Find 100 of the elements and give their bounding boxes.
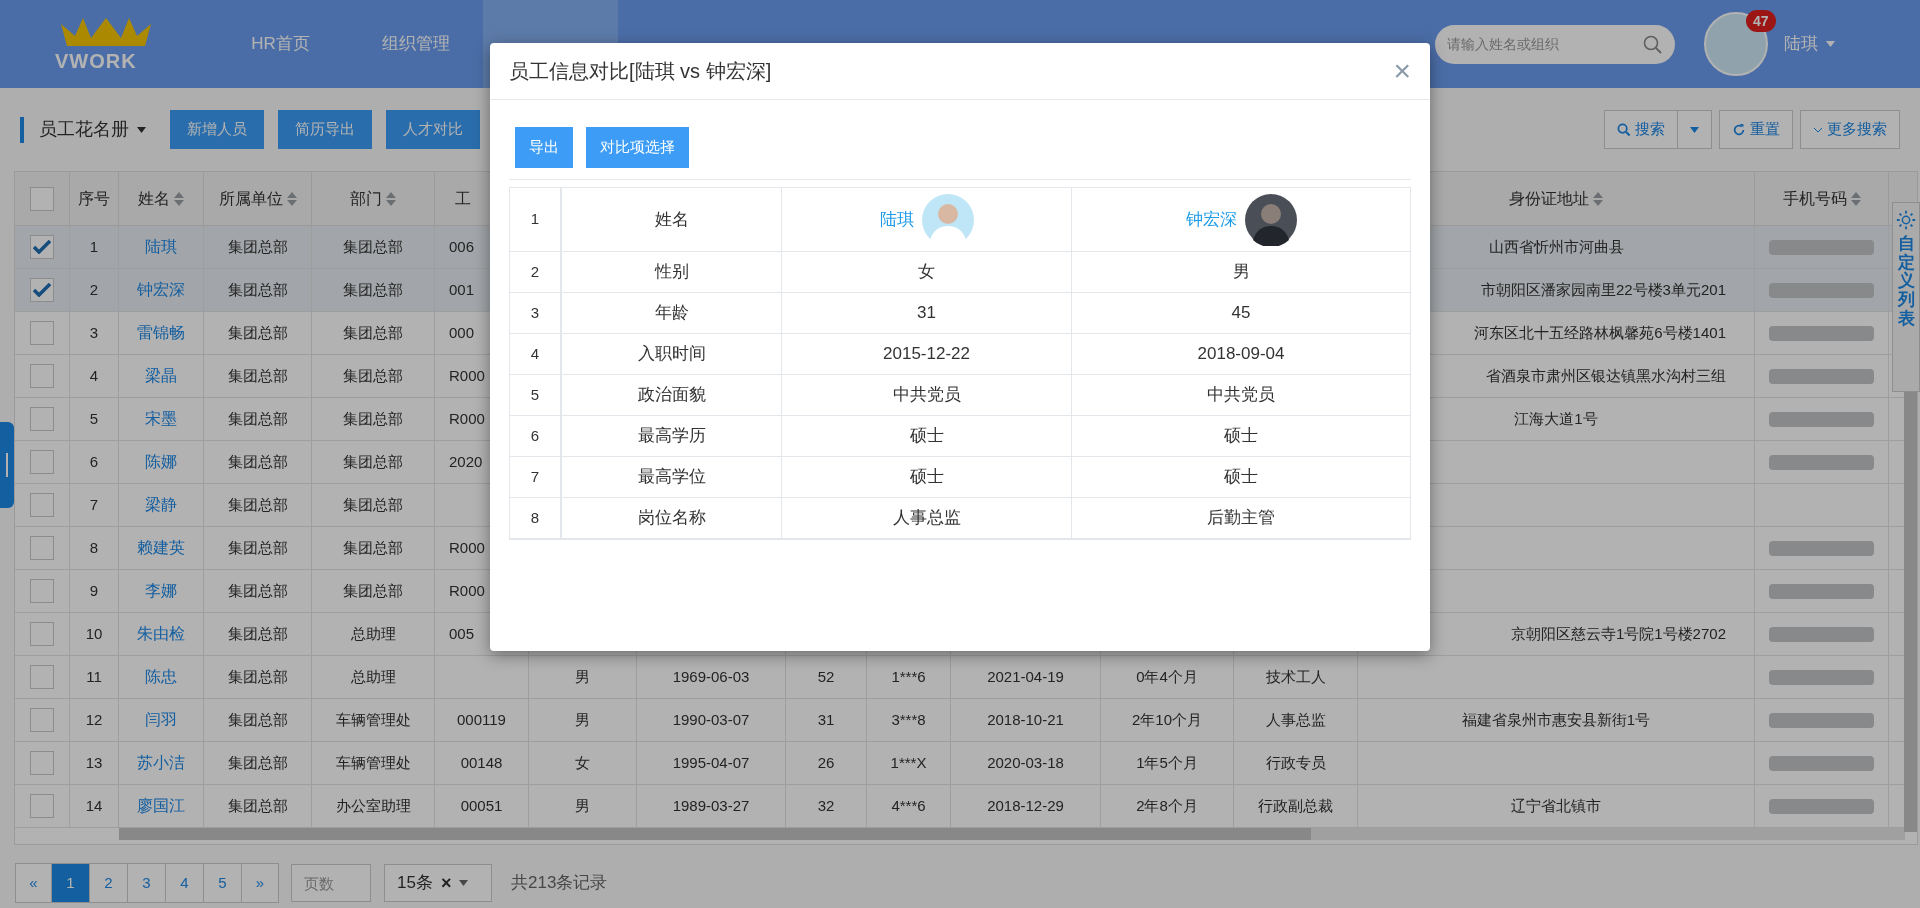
table-cell-text: R000	[449, 408, 485, 429]
table-cell-text: 1995-04-07	[672, 752, 750, 773]
table-cell-text: 006	[449, 236, 475, 257]
table-cell-text: 1	[89, 236, 99, 257]
field-value: 硕士	[1224, 425, 1258, 448]
table-cell-text: 河东区北十五经路林枫馨苑6号楼1401	[1474, 322, 1726, 343]
table-cell-text: 京朝阳区慈云寺1号院1号楼2702	[1510, 623, 1726, 644]
table-cell-text: 集团总部	[227, 365, 288, 386]
row-number: 6	[530, 425, 540, 446]
field-label: 政治面貌	[637, 384, 706, 407]
table-cell-text: 集团总部	[227, 451, 288, 472]
table-cell-text: 男	[575, 709, 590, 730]
logo-text: VWORK	[55, 50, 137, 72]
table-cell-text: 31	[817, 709, 835, 730]
table-cell-text: R000	[449, 365, 485, 386]
table-cell-text: 集团总部	[227, 279, 288, 300]
dialog-title: 员工信息对比[陆琪 vs 钟宏深]	[509, 59, 772, 84]
table-cell-text: 集团总部	[227, 494, 288, 515]
table-cell-text: 集团总部	[343, 494, 403, 515]
row-number: 8	[530, 507, 540, 528]
table-cell-text: 26	[817, 752, 835, 773]
field-label: 岗位名称	[637, 507, 706, 530]
table-cell-text: 车辆管理处	[335, 709, 411, 730]
table-cell-text: 9	[89, 580, 99, 601]
field-label: 性别	[654, 261, 689, 284]
table-cell-text: 车辆管理处	[335, 752, 411, 773]
table-cell-text: 001	[449, 279, 475, 300]
field-value: 中共党员	[1207, 384, 1275, 407]
table-cell-text: 集团总部	[227, 236, 288, 257]
table-cell-text: 女	[575, 752, 590, 773]
table-cell-text: 山西省忻州市河曲县	[1488, 236, 1624, 257]
table-cell-text: 集团总部	[343, 365, 403, 386]
table-cell-text: 江海大道1号	[1514, 408, 1598, 429]
table-cell-text: 6	[89, 451, 99, 472]
field-value: 硕士	[909, 466, 944, 489]
table-cell-text: 3***8	[891, 709, 926, 730]
field-label: 姓名	[654, 208, 689, 231]
table-cell-text: 集团总部	[227, 408, 288, 429]
table-cell-text: 集团总部	[343, 451, 403, 472]
table-cell-text: 总助理	[350, 623, 396, 644]
table-cell-text: 集团总部	[343, 408, 403, 429]
field-value: 中共党员	[892, 384, 961, 407]
table-cell-text: 集团总部	[227, 580, 288, 601]
table-cell-text: 市朝阳区潘家园南里22号楼3单元201	[1480, 279, 1726, 300]
table-cell-text: 12	[85, 709, 103, 730]
table-cell-text: 3	[89, 322, 99, 343]
field-value: 硕士	[1224, 466, 1258, 489]
table-cell-text: R000	[449, 537, 485, 558]
table-cell-text: 2020	[449, 451, 483, 472]
table-cell-text: 男	[575, 795, 590, 816]
table-cell-text: 10	[85, 623, 103, 644]
table-cell-text: 行政副总裁	[1258, 795, 1333, 816]
search-button-label: 搜索	[1635, 119, 1665, 140]
table-cell-text: 集团总部	[227, 709, 288, 730]
table-cell-text: 8	[89, 537, 99, 558]
table-cell-text: 2年8个月	[1136, 795, 1198, 816]
row-number: 1	[530, 209, 540, 230]
table-cell-text: 集团总部	[227, 752, 288, 773]
table-cell-text: 集团总部	[343, 322, 403, 343]
table-cell-text: 集团总部	[343, 279, 403, 300]
table-cell-text: 52	[817, 666, 835, 687]
table-cell-text: 1969-06-03	[672, 666, 750, 687]
table-cell-text: 集团总部	[227, 666, 288, 687]
table-cell-text: 13	[85, 752, 103, 773]
total-records: 共213条记录	[511, 872, 608, 895]
table-cell-text: 32	[817, 795, 835, 816]
table-cell-text: 000119	[457, 709, 506, 730]
table-cell-text: 1990-03-07	[672, 709, 750, 730]
table-cell-text: 技术工人	[1265, 666, 1326, 687]
table-cell-text: 福建省泉州市惠安县新街1号	[1461, 709, 1651, 730]
table-cell-text: 1***6	[891, 666, 926, 687]
table-cell-text: 1989-03-27	[672, 795, 750, 816]
table-cell-text: 2021-04-19	[987, 666, 1064, 687]
row-number: 5	[530, 384, 540, 405]
table-cell-text: 2018-12-29	[987, 795, 1064, 816]
table-cell-text: 办公室助理	[335, 795, 411, 816]
table-cell-text: 5	[89, 408, 99, 429]
table-cell-text: 4***6	[891, 795, 926, 816]
field-value: 硕士	[909, 425, 944, 448]
field-value: 女	[918, 261, 935, 284]
table-cell-text: 005	[449, 623, 475, 644]
table-cell-text: 1年5个月	[1136, 752, 1198, 773]
table-cell-text: 14	[85, 795, 103, 816]
field-value: 后勤主管	[1207, 507, 1275, 530]
table-cell-text: 总助理	[350, 666, 396, 687]
table-cell-text: 000	[449, 322, 475, 343]
table-cell-text: 2年10个月	[1132, 709, 1202, 730]
row-number: 7	[530, 466, 540, 487]
table-cell-text: 男	[575, 666, 590, 687]
table-cell-text: R000	[449, 580, 485, 601]
table-cell-text: 集团总部	[343, 580, 403, 601]
table-cell-text: 4	[89, 365, 99, 386]
table-cell-text: 集团总部	[343, 236, 403, 257]
table-cell-text: 7	[89, 494, 99, 515]
table-cell-text: 1***X	[890, 752, 927, 773]
row-number: 2	[530, 261, 540, 282]
table-cell-text: 集团总部	[227, 537, 288, 558]
table-cell-text: 集团总部	[227, 322, 288, 343]
table-cell-text: 集团总部	[227, 795, 288, 816]
table-cell-text: 省酒泉市肃州区银达镇黑水沟村三组	[1486, 365, 1726, 386]
